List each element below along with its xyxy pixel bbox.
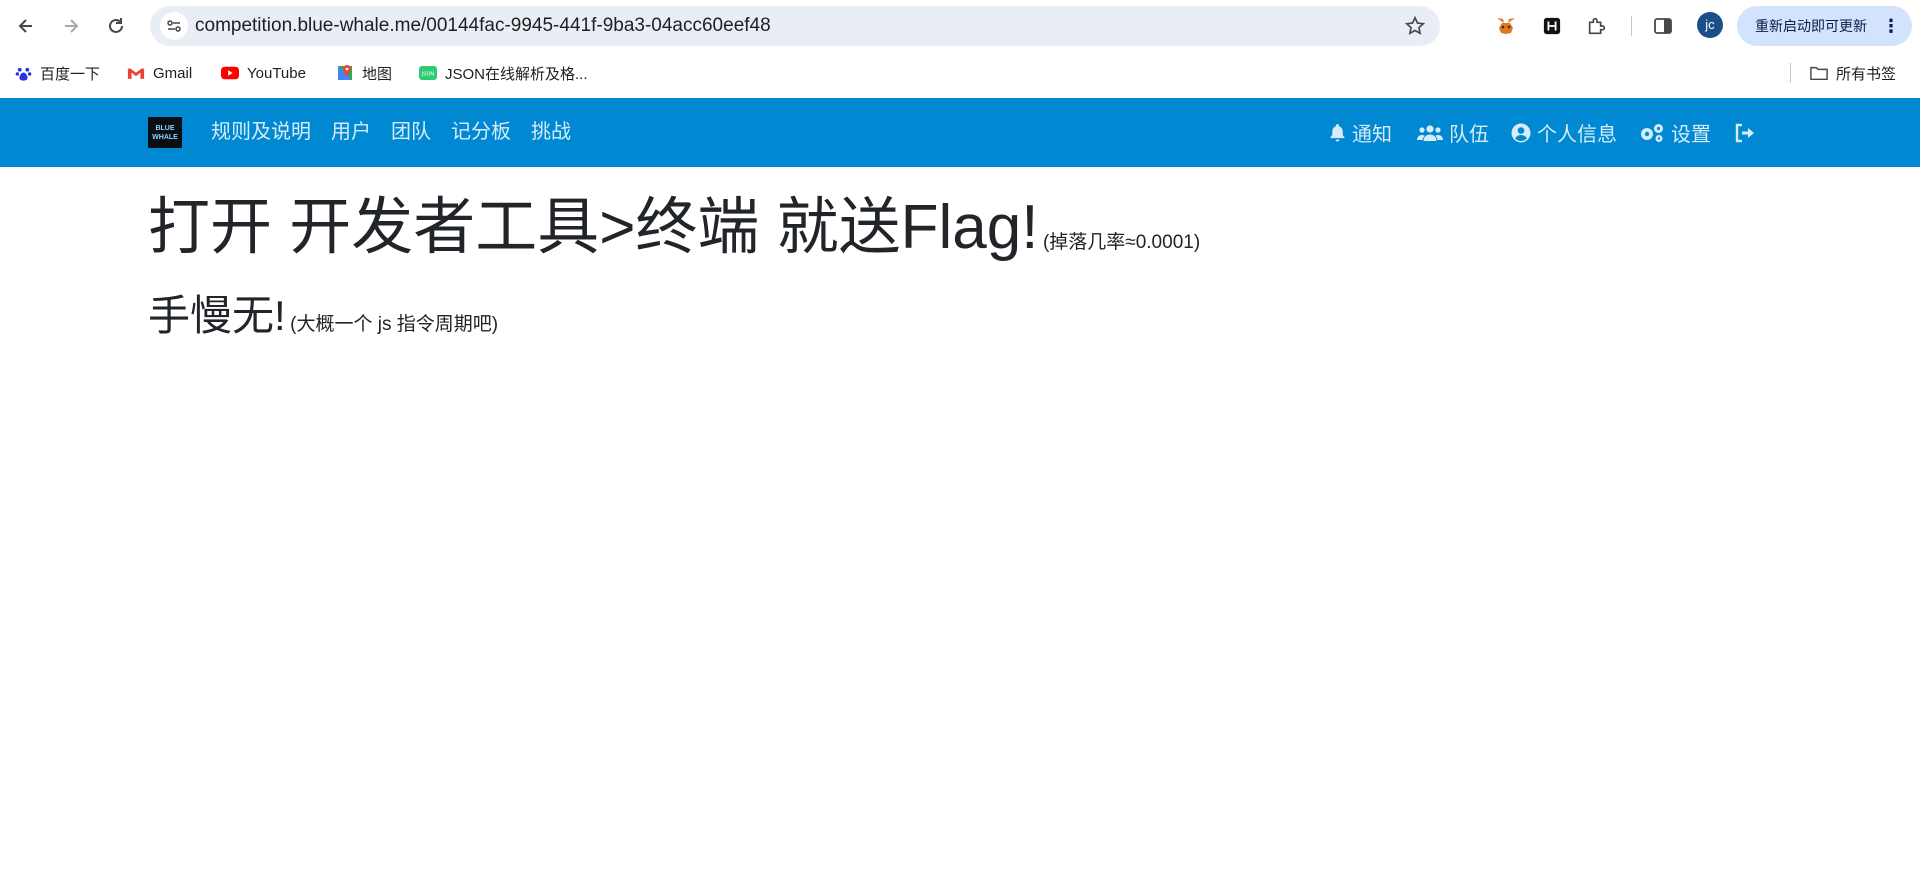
gears-icon (1641, 123, 1663, 142)
site-navbar: BLUE WHALE 规则及说明 用户 团队 记分板 挑战 通知 队伍 个人信息… (0, 98, 1920, 167)
bookmarks-divider (1790, 63, 1791, 83)
nav-settings[interactable]: 设置 (1639, 98, 1711, 167)
nav-challenges[interactable]: 挑战 (531, 98, 571, 167)
subline-note: (大概一个 js 指令周期吧) (290, 314, 499, 335)
update-button[interactable]: 重新启动即可更新 ⋮ (1737, 6, 1912, 46)
bookmark-star-icon[interactable] (1404, 15, 1426, 37)
nav-notifications-label: 通知 (1352, 124, 1392, 146)
nav-profile-label: 个人信息 (1537, 124, 1617, 146)
bookmark-label: 百度一下 (40, 65, 101, 83)
nav-notifications[interactable]: 通知 (1329, 98, 1392, 167)
maps-icon (336, 64, 354, 82)
nav-team[interactable]: 队伍 (1417, 98, 1489, 167)
nav-rules[interactable]: 规则及说明 (211, 98, 311, 167)
bell-icon (1330, 124, 1345, 142)
page-subline: 手慢无! (大概一个 js 指令周期吧) (148, 282, 498, 343)
bookmark-maps[interactable]: 地图 (336, 52, 392, 94)
profile-avatar[interactable]: jc (1697, 12, 1723, 38)
arrow-left-icon (18, 19, 32, 33)
bookmark-label: JSON在线解析及格... (445, 65, 588, 83)
reload-button[interactable] (100, 10, 132, 42)
nav-logout[interactable] (1734, 98, 1762, 167)
forward-button[interactable] (55, 10, 87, 42)
svg-text:JSON: JSON (421, 72, 435, 78)
nav-settings-label: 设置 (1671, 124, 1711, 146)
bookmark-baidu[interactable]: 百度一下 (14, 52, 100, 94)
gmail-icon (127, 64, 145, 82)
folder-icon (1810, 64, 1828, 82)
bookmark-label: YouTube (247, 64, 306, 82)
youtube-icon (221, 64, 239, 82)
extensions-puzzle-icon[interactable] (1583, 12, 1611, 40)
back-button[interactable] (10, 10, 42, 42)
reload-icon (109, 18, 123, 33)
user-circle-icon (1511, 123, 1531, 142)
bookmark-label: 地图 (362, 65, 393, 83)
toolbar-divider (1631, 16, 1632, 36)
update-button-label: 重新启动即可更新 (1755, 18, 1867, 34)
url-text[interactable]: competition.blue-whale.me/00144fac-9945-… (195, 6, 771, 46)
bookmark-label: Gmail (153, 64, 193, 82)
side-panel-icon[interactable] (1649, 12, 1677, 40)
site-logo-text: BLUE WHALE (152, 125, 178, 141)
nav-teams[interactable]: 团队 (391, 98, 431, 167)
all-bookmarks-label: 所有书签 (1836, 65, 1897, 83)
more-menu-icon[interactable]: ⋮ (1882, 6, 1900, 46)
nav-scoreboard[interactable]: 记分板 (451, 98, 511, 167)
subline-text: 手慢无! (148, 292, 286, 339)
all-bookmarks-button[interactable]: 所有书签 (1810, 52, 1896, 94)
nav-profile[interactable]: 个人信息 (1511, 98, 1617, 167)
users-icon (1417, 124, 1443, 141)
address-bar[interactable]: competition.blue-whale.me/00144fac-9945-… (150, 6, 1440, 46)
bookmark-json[interactable]: JSON JSON在线解析及格... (419, 52, 588, 94)
nav-users[interactable]: 用户 (331, 98, 371, 167)
bookmarks-bar: 百度一下 Gmail YouTube 地图 JSON JSON在线解析及格...… (0, 52, 1920, 94)
baidu-paw-icon (14, 64, 32, 82)
sign-out-icon (1735, 123, 1754, 142)
metamask-icon[interactable] (1492, 12, 1520, 40)
headline-note: (掉落几率≈0.0001) (1042, 232, 1201, 253)
headline-text: 打开 开发者工具>终端 就送Flag! (148, 193, 1039, 262)
extension-h-icon[interactable] (1538, 12, 1566, 40)
arrow-right-icon (65, 19, 79, 33)
site-settings-icon[interactable] (160, 12, 188, 40)
nav-team-label: 队伍 (1449, 124, 1489, 146)
page-headline: 打开 开发者工具>终端 就送Flag! (掉落几率≈0.0001) (148, 176, 1200, 266)
bookmark-youtube[interactable]: YouTube (221, 52, 306, 94)
site-logo[interactable]: BLUE WHALE (148, 117, 182, 148)
browser-toolbar: competition.blue-whale.me/00144fac-9945-… (0, 0, 1920, 52)
bookmark-gmail[interactable]: Gmail (127, 52, 192, 94)
json-icon: JSON (419, 64, 437, 82)
